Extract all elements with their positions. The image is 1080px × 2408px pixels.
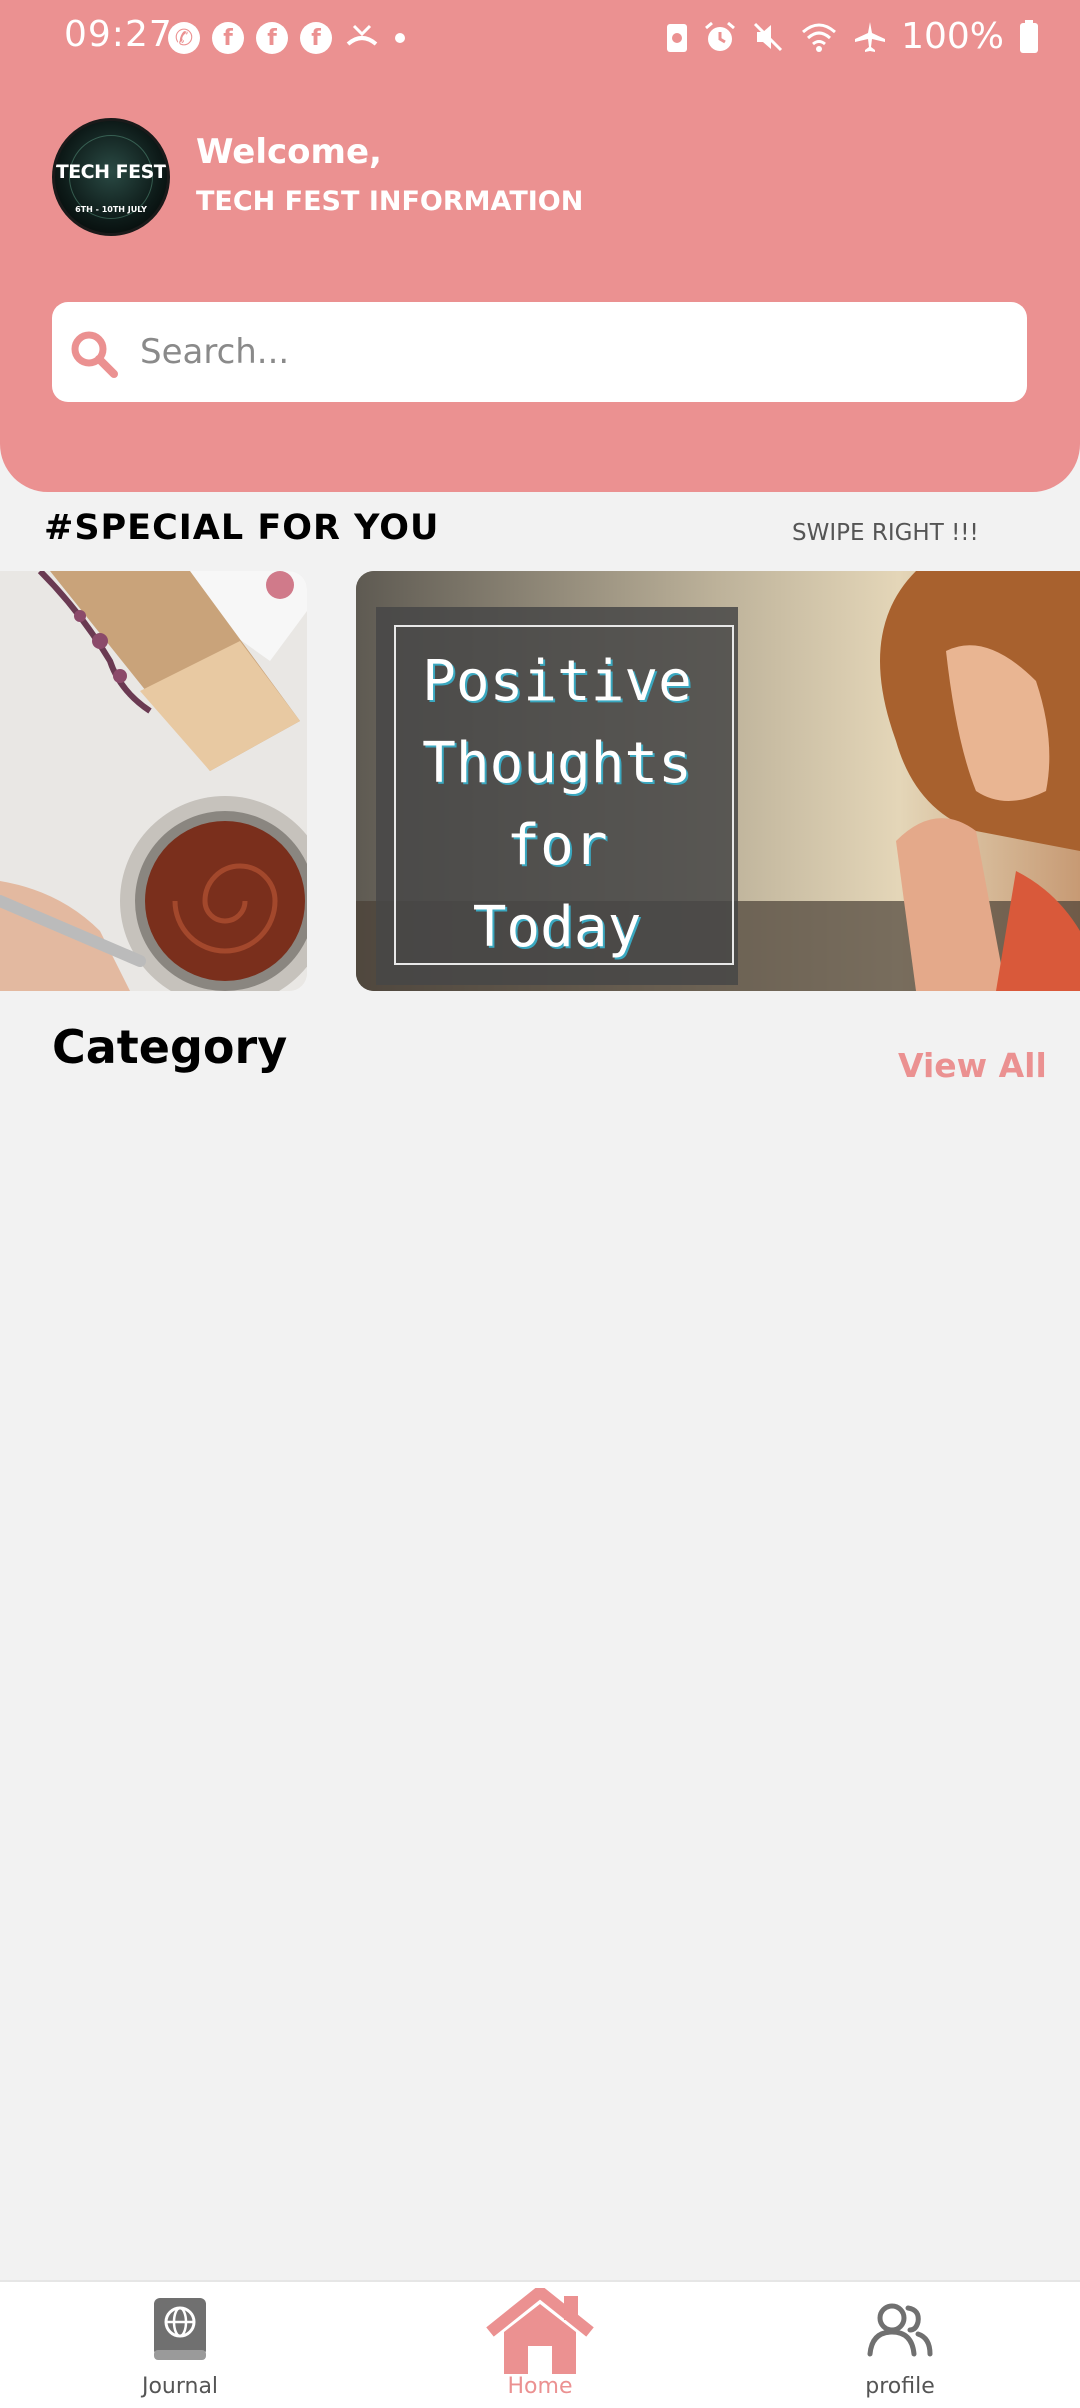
nav-home-label: Home: [507, 2374, 573, 2399]
welcome-text: Welcome,: [196, 132, 382, 172]
facebook-icon: f: [212, 22, 244, 54]
swipe-hint: SWIPE RIGHT !!!: [792, 520, 979, 546]
wifi-icon: [802, 23, 837, 52]
dot-icon: [395, 33, 405, 43]
status-bar: 09:27 ✆ f f f 100%: [0, 0, 1080, 80]
nav-home[interactable]: Home: [440, 2282, 640, 2408]
view-all-link[interactable]: View All: [898, 1046, 1047, 1085]
special-card-journal[interactable]: [0, 571, 307, 991]
nav-profile-label: profile: [865, 2374, 935, 2399]
nav-journal[interactable]: Journal: [80, 2282, 280, 2408]
search-input[interactable]: [140, 302, 1000, 402]
home-icon: [486, 2288, 594, 2374]
quote-line: Today: [472, 895, 642, 960]
journal-photo: [0, 571, 307, 991]
airplane-icon: [855, 21, 886, 52]
special-section-title: #SPECIAL FOR YOU: [44, 508, 440, 548]
profile-icon: [867, 2303, 933, 2357]
category-title: Category: [52, 1020, 288, 1074]
quote-overlay: Positive Thoughts for Today: [376, 607, 738, 985]
battery-saver-icon: [667, 23, 688, 52]
status-time: 09:27: [64, 14, 173, 55]
system-icons: 100%: [665, 16, 1040, 57]
missed-call-icon: [346, 24, 378, 46]
bottom-nav: Journal Home profile: [0, 2280, 1080, 2408]
notification-icons: ✆ f f f: [168, 22, 408, 54]
special-card-positive-thoughts[interactable]: Positive Thoughts for Today: [356, 571, 1080, 991]
facebook-icon: f: [256, 22, 288, 54]
quote-line: for: [506, 813, 608, 878]
username-text: TECH FEST INFORMATION: [196, 186, 584, 217]
nav-profile[interactable]: profile: [800, 2282, 1000, 2408]
quote-line: Positive: [422, 649, 692, 714]
battery-icon: [1020, 19, 1038, 53]
avatar[interactable]: TECH FEST 6TH - 10TH JULY: [52, 118, 170, 236]
search-bar[interactable]: [52, 302, 1027, 402]
avatar-logo-sub: 6TH - 10TH JULY: [75, 205, 147, 214]
avatar-logo-text: TECH FEST: [55, 161, 167, 183]
battery-percent: 100%: [901, 16, 1004, 57]
mute-icon: [754, 22, 783, 51]
nav-journal-label: Journal: [141, 2374, 219, 2399]
whatsapp-icon: ✆: [168, 22, 200, 54]
alarm-icon: [705, 21, 736, 51]
journal-icon: [154, 2298, 206, 2360]
search-icon: [71, 331, 118, 378]
facebook-icon: f: [300, 22, 332, 54]
quote-text: Positive Thoughts for Today: [376, 641, 738, 969]
quote-line: Thoughts: [422, 731, 692, 796]
